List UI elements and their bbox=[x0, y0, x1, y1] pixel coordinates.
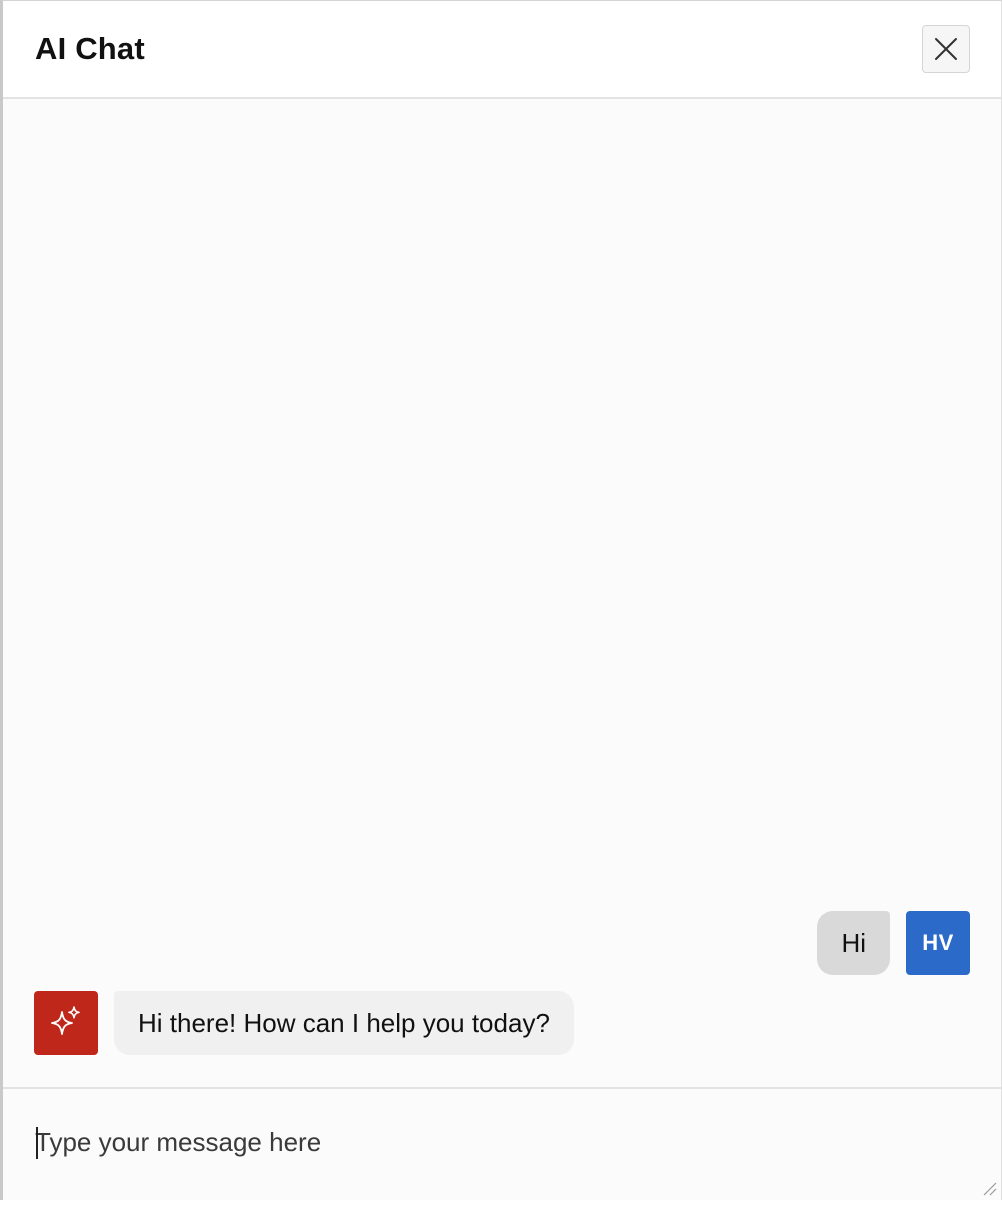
resize-grip-icon[interactable] bbox=[980, 1179, 998, 1197]
dialog-header: AI Chat bbox=[3, 1, 1001, 99]
user-avatar: HV bbox=[906, 911, 970, 975]
dialog-title: AI Chat bbox=[35, 31, 145, 66]
text-caret bbox=[36, 1127, 38, 1159]
assistant-avatar bbox=[34, 991, 98, 1055]
user-message-bubble: Hi bbox=[817, 911, 890, 975]
message-composer bbox=[3, 1087, 1001, 1200]
message-list[interactable]: Hi HV Hi there! How can I help you today… bbox=[3, 99, 1001, 1087]
assistant-message-bubble: Hi there! How can I help you today? bbox=[114, 991, 574, 1055]
message-row-user: Hi HV bbox=[34, 911, 970, 975]
message-row-assistant: Hi there! How can I help you today? bbox=[34, 991, 970, 1055]
sparkle-icon bbox=[49, 1004, 83, 1043]
message-input[interactable] bbox=[3, 1089, 1001, 1200]
chat-dialog: AI Chat Hi HV Hi there! How can I help y… bbox=[0, 0, 1002, 1200]
close-button[interactable] bbox=[922, 25, 970, 73]
close-icon bbox=[934, 37, 958, 61]
